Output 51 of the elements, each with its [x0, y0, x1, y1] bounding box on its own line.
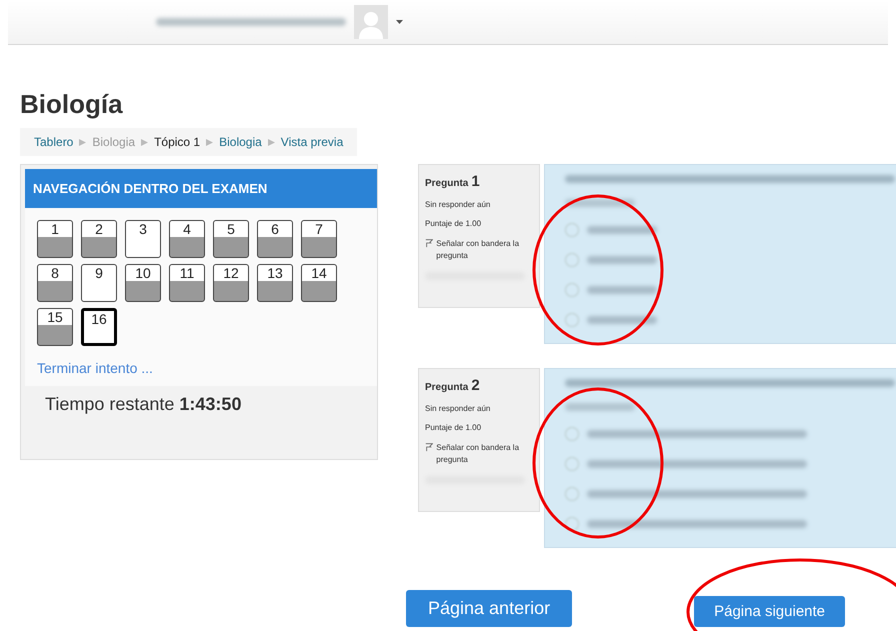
breadcrumb-link[interactable]: Tablero	[34, 135, 74, 149]
question-label: Pregunta	[425, 382, 468, 393]
blurred-answer-text	[587, 226, 657, 234]
question-number-button[interactable]: 2	[81, 220, 117, 258]
radio-button[interactable]	[565, 517, 579, 531]
question-number-button[interactable]: 13	[257, 264, 293, 302]
question-number-button[interactable]: 4	[169, 220, 205, 258]
caret-icon[interactable]	[396, 20, 403, 24]
avatar-icon[interactable]	[354, 5, 388, 39]
question-number: 1	[471, 173, 480, 190]
separator-icon	[206, 138, 214, 146]
question-score: Puntaje de 1.00	[425, 423, 482, 432]
panel-title: NAVEGACIÓN DENTRO DEL EXAMEN	[25, 169, 377, 208]
question-number-button[interactable]: 1	[37, 220, 73, 258]
question-number-button[interactable]: 11	[169, 264, 205, 302]
flag-icon	[425, 238, 434, 248]
question-score: Puntaje de 1.00	[425, 219, 482, 228]
separator-icon	[79, 138, 86, 146]
separator-icon	[141, 138, 148, 146]
time-remaining: Tiempo restante 1:43:50	[45, 394, 242, 415]
question-number: 2	[471, 377, 480, 394]
question-number-button[interactable]: 12	[213, 264, 249, 302]
separator-icon	[268, 138, 275, 146]
blurred-text	[565, 403, 635, 411]
breadcrumb-link[interactable]: Biologia	[219, 135, 262, 149]
previous-page-button[interactable]: Página anterior	[406, 590, 572, 627]
question-status: Sin responder aún	[425, 404, 492, 413]
blurred-answer-text	[587, 316, 657, 324]
next-page-button[interactable]: Página siguiente	[694, 596, 846, 627]
question-number-button[interactable]: 3	[125, 220, 161, 258]
breadcrumb-link[interactable]: Vista previa	[280, 135, 344, 149]
question-number-button[interactable]: 5	[213, 220, 249, 258]
finish-attempt-link[interactable]: Terminar intento ...	[37, 360, 153, 376]
question-number-button[interactable]: 10	[125, 264, 161, 302]
blurred-answer-text	[587, 286, 657, 294]
question-status: Sin responder aún	[425, 200, 492, 209]
question-number-button[interactable]: 15	[37, 308, 73, 346]
page-title: Biología	[20, 89, 124, 120]
question-number-button[interactable]: 14	[301, 264, 337, 302]
breadcrumb-text: Biologia	[92, 135, 136, 149]
flag-question-link[interactable]: Señalar con bandera la pregunta	[436, 238, 533, 262]
question-number-button[interactable]: 9	[81, 264, 117, 302]
blurred-answer-text	[587, 256, 657, 264]
question-label: Pregunta	[425, 178, 468, 189]
question-number-button[interactable]: 6	[257, 220, 293, 258]
question-number-button[interactable]: 7	[301, 220, 337, 258]
flag-question-link[interactable]: Señalar con bandera la pregunta	[436, 442, 533, 466]
breadcrumb-text: Tópico 1	[154, 135, 200, 149]
flag-icon	[425, 442, 434, 452]
question-number-button[interactable]: 16	[81, 308, 117, 346]
question-number-button[interactable]: 8	[37, 264, 73, 302]
